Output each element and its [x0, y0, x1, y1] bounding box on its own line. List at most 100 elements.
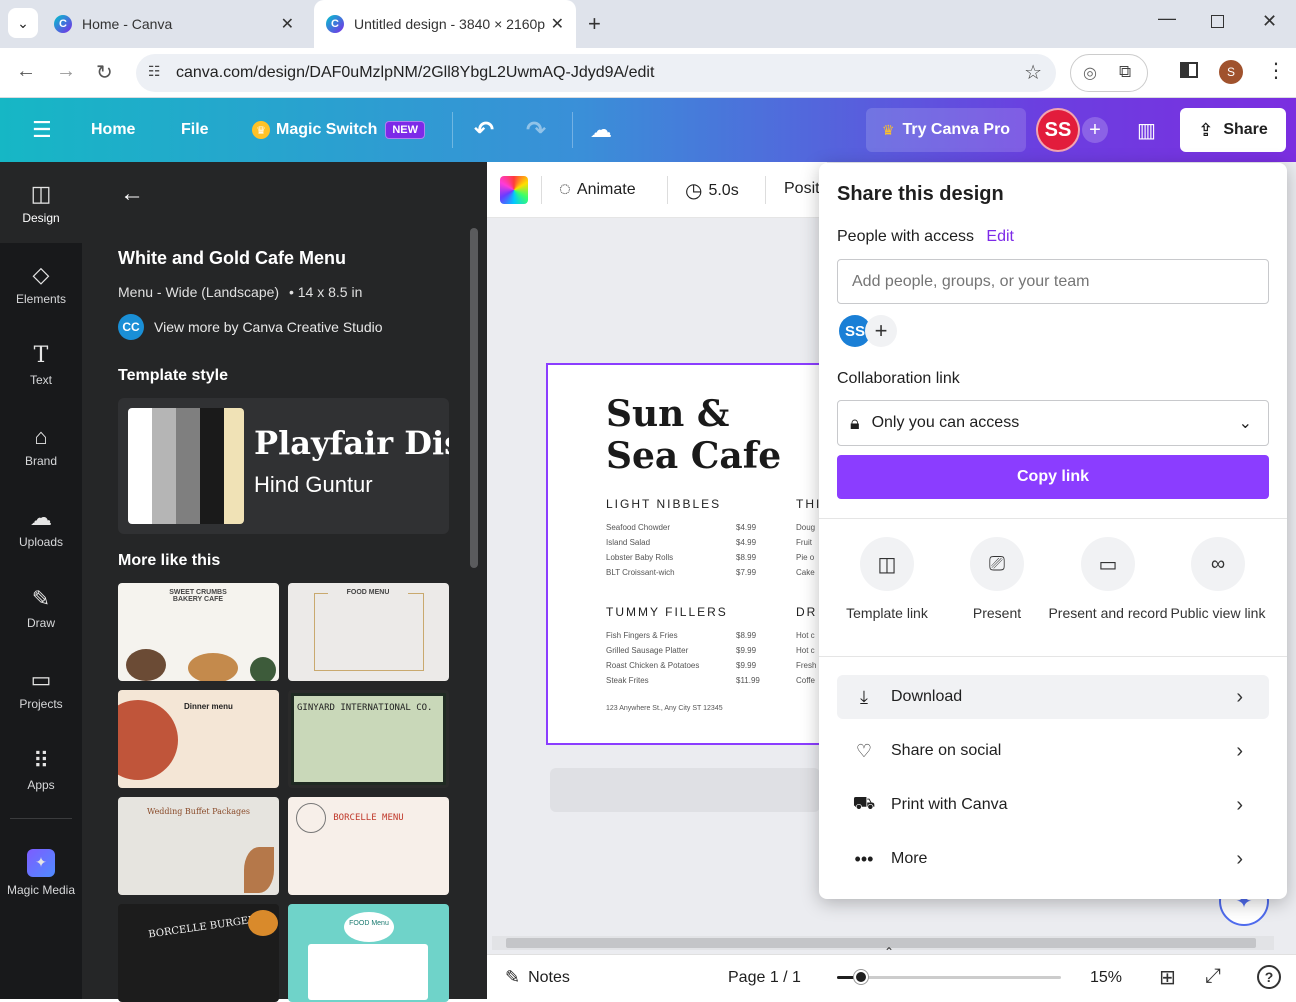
rail-brand[interactable]: ⌂ Brand	[0, 405, 82, 486]
fullscreen-icon[interactable]: ⤢	[1205, 965, 1221, 988]
menu-title: Sun & Sea Cafe	[606, 393, 781, 477]
template-thumbnail[interactable]: SWEET CRUMBS BAKERY CAFE	[118, 583, 279, 681]
file-button[interactable]: File	[181, 98, 209, 162]
rail-design[interactable]: ◫ Design	[0, 162, 82, 243]
left-rail: ◫ Design ◇ Elements T Text ⌂ Brand ☁ Upl…	[0, 162, 82, 999]
creator-row[interactable]: CC View more by Canva Creative Studio	[118, 314, 383, 340]
close-tab-icon[interactable]: ✕	[281, 14, 294, 34]
add-page-bar[interactable]	[550, 768, 820, 812]
present-button[interactable]: ⎚	[970, 537, 1024, 591]
menu-title-line1: Sun &	[606, 393, 730, 435]
rail-text[interactable]: T Text	[0, 324, 82, 405]
menu-item: BLT Croissant-wich $7.99	[606, 568, 757, 577]
insights-chart-icon[interactable]: ▥	[1137, 98, 1156, 162]
share-button[interactable]: ⇪ Share	[1180, 108, 1286, 152]
public-view-link-button[interactable]: ∞	[1191, 537, 1245, 591]
tab-search-button[interactable]: ⌄	[8, 8, 38, 38]
rail-magic-media[interactable]: ✦ Magic Media	[0, 832, 82, 913]
expand-pages-icon[interactable]: ⌃	[884, 945, 894, 959]
profile-avatar[interactable]: S	[1219, 60, 1243, 84]
zoom-slider[interactable]	[837, 970, 1061, 984]
browser-menu-icon[interactable]: ⋮	[1266, 58, 1286, 83]
panel-scrollbar[interactable]	[470, 228, 478, 568]
tab-untitled-design[interactable]: C Untitled design - 3840 × 2160p ✕	[314, 0, 576, 48]
zoom-slider-thumb[interactable]	[854, 970, 868, 984]
section-divider	[819, 656, 1287, 657]
more-row[interactable]: ••• More ›	[837, 837, 1269, 881]
add-people-input[interactable]	[837, 259, 1269, 304]
template-thumbnail[interactable]: FOOD MENU	[288, 583, 449, 681]
color-picker-icon[interactable]	[500, 176, 528, 204]
help-icon[interactable]: ?	[1257, 965, 1281, 989]
maximize-icon[interactable]	[1211, 15, 1224, 28]
reload-icon[interactable]: ↻	[96, 60, 113, 85]
site-info-icon[interactable]: ☷	[148, 63, 161, 80]
undo-icon[interactable]: ↶	[474, 98, 494, 162]
try-canva-pro-button[interactable]: ♛ Try Canva Pro	[866, 108, 1026, 152]
close-tab-icon[interactable]: ✕	[551, 14, 564, 34]
minimize-icon[interactable]: —	[1158, 8, 1176, 29]
back-arrow-icon[interactable]: ←	[120, 180, 144, 208]
rail-draw[interactable]: ✎ Draw	[0, 567, 82, 648]
rail-apps[interactable]: ⠿ Apps	[0, 729, 82, 810]
template-thumbnail[interactable]: GINYARD INTERNATIONAL CO.	[288, 690, 449, 788]
thumb-sketch	[296, 803, 326, 833]
template-thumbnail[interactable]: BORCELLE MENU	[288, 797, 449, 895]
user-avatar[interactable]: SS	[1036, 108, 1080, 152]
print-with-canva-row[interactable]: ⛟ Print with Canva ›	[837, 783, 1269, 827]
position-button[interactable]: Posit	[784, 180, 820, 198]
duration-button[interactable]: ◷ 5.0s	[685, 178, 739, 203]
rail-projects[interactable]: ▭ Projects	[0, 648, 82, 729]
copy-link-button[interactable]: Copy link	[837, 455, 1269, 499]
back-icon[interactable]: ←	[16, 60, 36, 83]
url-field[interactable]: ☷ canva.com/design/DAF0uMzlpNM/2Gll8YbgL…	[136, 54, 1056, 92]
present-and-record-button[interactable]: ▭	[1081, 537, 1135, 591]
font-primary: Playfair Disp	[254, 424, 449, 462]
extension-icon[interactable]: ◎	[1083, 63, 1097, 83]
menu-section-heading: LIGHT NIBBLES	[606, 497, 722, 511]
download-row[interactable]: ⤓ Download ›	[837, 675, 1269, 719]
option-label: Present and record	[1048, 605, 1168, 621]
template-style-card[interactable]: Playfair Disp Hind Guntur	[118, 398, 449, 534]
scroll-thumb[interactable]	[506, 938, 1256, 948]
pen-icon: ✎	[31, 585, 51, 611]
template-thumbnail[interactable]: FOOD Menu	[288, 904, 449, 1002]
text-icon: T	[33, 342, 49, 368]
template-thumbnail[interactable]: Dinner menu	[118, 690, 279, 788]
rail-elements[interactable]: ◇ Elements	[0, 243, 82, 324]
access-dropdown[interactable]: 🔒︎ Only you can access ⌄	[837, 400, 1269, 446]
grid-view-icon[interactable]: ⊞	[1159, 965, 1176, 990]
menu-title-line2: Sea Cafe	[606, 435, 782, 477]
template-thumbnail[interactable]: Wedding Buffet Packages	[118, 797, 279, 895]
lock-icon: 🔒︎	[850, 412, 860, 433]
thumb-plate	[118, 700, 178, 780]
cloud-saved-icon[interactable]: ☁	[590, 98, 612, 162]
notes-button[interactable]: ✎ Notes	[505, 967, 570, 988]
add-collaborator-icon[interactable]: +	[1082, 117, 1108, 143]
creator-link[interactable]: View more by Canva Creative Studio	[154, 319, 383, 335]
horizontal-scrollbar[interactable]	[492, 936, 1274, 950]
hamburger-menu-icon[interactable]: ☰	[32, 98, 52, 162]
page-indicator[interactable]: Page 1 / 1	[728, 969, 801, 987]
home-button[interactable]: Home	[91, 98, 135, 162]
forward-icon[interactable]: →	[56, 60, 76, 83]
redo-icon[interactable]: ↷	[526, 98, 546, 162]
side-panel-icon[interactable]	[1180, 62, 1198, 78]
design-page[interactable]: Sun & Sea Cafe LIGHT NIBBLES Seafood Cho…	[546, 363, 826, 745]
magic-switch-label: Magic Switch	[276, 121, 378, 138]
zoom-level[interactable]: 15%	[1090, 969, 1122, 987]
close-window-icon[interactable]: ✕	[1262, 11, 1277, 32]
add-collaborator-icon[interactable]: +	[865, 315, 897, 347]
magic-switch-button[interactable]: ♛ Magic Switch NEW	[252, 98, 426, 162]
rail-uploads[interactable]: ☁ Uploads	[0, 486, 82, 567]
template-link-button[interactable]: ◫	[860, 537, 914, 591]
menu-item: Doug	[796, 523, 816, 532]
template-thumbnail[interactable]: BORCELLE BURGER	[118, 904, 279, 1002]
new-tab-icon[interactable]: +	[588, 11, 601, 37]
share-on-social-row[interactable]: ♡ Share on social ›	[837, 729, 1269, 773]
animate-button[interactable]: ◌ Animate	[559, 178, 636, 201]
bookmark-star-icon[interactable]: ☆	[1024, 60, 1042, 85]
edit-link[interactable]: Edit	[986, 228, 1014, 245]
puzzle-icon[interactable]: ⧉	[1119, 62, 1131, 82]
tab-home-canva[interactable]: C Home - Canva ✕	[44, 0, 306, 48]
